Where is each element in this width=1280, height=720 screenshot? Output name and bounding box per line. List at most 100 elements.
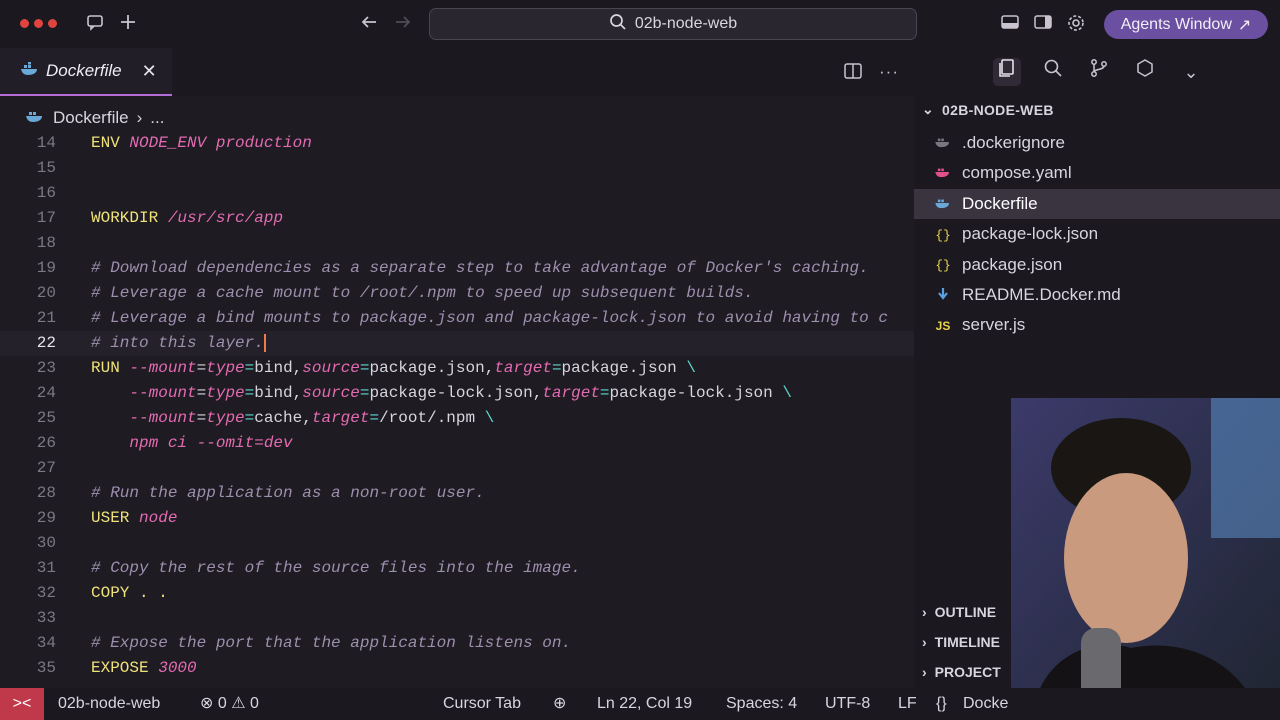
code-line[interactable]: 14 ENV NODE_ENV production <box>0 132 914 156</box>
code-line[interactable]: 23 RUN --mount=type=bind,source=package.j… <box>0 356 914 381</box>
docker-whale-icon <box>25 108 45 128</box>
line-number: 19 <box>36 259 56 277</box>
section-timeline-label: TIMELINE <box>934 634 1001 650</box>
code-line[interactable]: 30 <box>0 531 914 556</box>
code-line[interactable]: 19 # Download dependencies as a separate … <box>0 256 914 281</box>
source-control-icon[interactable] <box>1085 58 1113 86</box>
section-timeline[interactable]: › TIMELINE <box>922 634 1000 650</box>
code-line[interactable]: 32 COPY . . <box>0 581 914 606</box>
line-number: 17 <box>36 209 56 227</box>
chevron-down-icon[interactable]: ⌄ <box>1177 58 1205 86</box>
code-line[interactable]: 22 # into this layer. <box>0 331 914 356</box>
code-line[interactable]: 34 # Expose the port that the application… <box>0 631 914 656</box>
file-name: Dockerfile <box>962 193 1038 213</box>
cursor-tab-status[interactable]: Cursor Tab <box>443 688 521 720</box>
extensions-icon[interactable] <box>1131 58 1159 86</box>
section-project[interactable]: › PROJECT <box>922 664 1001 680</box>
file-item[interactable]: .dockerignore <box>914 128 1280 158</box>
code-text: RUN --mount=type=bind,source=package.jso… <box>91 359 696 377</box>
file-item[interactable]: JS server.js <box>914 310 1280 340</box>
search-bar-text: 02b-node-web <box>634 15 738 32</box>
tab-dockerfile[interactable]: Dockerfile ✕ <box>0 48 172 96</box>
remote-indicator[interactable]: >< <box>0 688 44 720</box>
code-line[interactable]: 27 <box>0 456 914 481</box>
close-tab-icon[interactable]: ✕ <box>142 61 157 82</box>
code-line[interactable]: 29 USER node <box>0 506 914 531</box>
line-number: 20 <box>36 284 56 302</box>
code-line[interactable]: 17 WORKDIR /usr/src/app <box>0 206 914 231</box>
code-line[interactable]: 33 <box>0 606 914 631</box>
back-arrow-icon[interactable] <box>358 13 380 35</box>
code-line[interactable]: 35 EXPOSE 3000 <box>0 656 914 681</box>
code-line[interactable]: 24 --mount=type=bind,source=package-lock… <box>0 381 914 406</box>
split-editor-icon[interactable] <box>843 62 863 85</box>
line-number: 34 <box>36 634 56 652</box>
search-icon[interactable] <box>1039 58 1067 86</box>
code-text: # Copy the rest of the source files into… <box>91 559 581 577</box>
end-of-line[interactable]: LF <box>898 688 917 720</box>
files-icon[interactable] <box>993 58 1021 86</box>
code-line[interactable]: 28 # Run the application as a non-root us… <box>0 481 914 506</box>
toggle-panel-icon[interactable] <box>999 13 1021 35</box>
section-outline[interactable]: › OUTLINE <box>922 604 996 620</box>
code-text: --mount=type=bind,source=package-lock.js… <box>129 384 792 402</box>
problems-indicator[interactable]: ⊗ 0 ⚠ 0 <box>200 688 259 720</box>
breadcrumb-file[interactable]: Dockerfile <box>53 108 129 128</box>
file-item[interactable]: compose.yaml <box>914 158 1280 188</box>
settings-gear-icon[interactable] <box>1065 13 1087 35</box>
forward-arrow-icon[interactable] <box>392 13 414 35</box>
code-line[interactable]: 21 # Leverage a bind mounts to package.js… <box>0 306 914 331</box>
code-text: # Leverage a bind mounts to package.json… <box>91 309 888 327</box>
breadcrumb-more[interactable]: ... <box>150 108 164 128</box>
line-number: 24 <box>36 384 56 402</box>
code-text: COPY . . <box>91 584 168 602</box>
language-mode[interactable]: Docke <box>963 688 1008 720</box>
command-search-bar[interactable]: 02b-node-web <box>429 8 917 40</box>
status-bar: >< 02b-node-web ⊗ 0 ⚠ 0 Cursor Tab ⊕ Ln … <box>0 688 1280 720</box>
code-text: EXPOSE 3000 <box>91 659 197 677</box>
braces-icon: {} <box>936 695 947 712</box>
file-item[interactable]: Dockerfile <box>914 188 1280 219</box>
agents-window-button[interactable]: Agents Window ↗ <box>1104 10 1268 39</box>
toggle-sidebar-icon[interactable] <box>1032 13 1054 35</box>
docker-whale-icon <box>20 61 40 81</box>
code-line[interactable]: 20 # Leverage a cache mount to /root/.npm… <box>0 281 914 306</box>
maximize-window-button[interactable] <box>48 19 57 28</box>
zoom-icon[interactable]: ⊕ <box>553 688 566 720</box>
file-name: package-lock.json <box>962 224 1099 244</box>
code-line[interactable]: 15 <box>0 156 914 181</box>
more-actions-icon[interactable]: ··· <box>879 62 899 85</box>
chat-icon[interactable] <box>84 13 106 35</box>
chevron-down-icon: ⌄ <box>922 101 935 117</box>
code-line[interactable]: 16 <box>0 181 914 206</box>
new-tab-icon[interactable] <box>117 13 139 35</box>
chevron-right-icon: › <box>922 664 927 680</box>
chevron-right-icon: › <box>136 108 143 127</box>
minimize-window-button[interactable] <box>34 19 43 28</box>
indentation[interactable]: Spaces: 4 <box>726 688 797 720</box>
encoding[interactable]: UTF-8 <box>825 688 870 720</box>
file-item[interactable]: README.Docker.md <box>914 280 1280 310</box>
code-line[interactable]: 31 # Copy the rest of the source files in… <box>0 556 914 581</box>
section-project-label: PROJECT <box>934 664 1001 680</box>
code-line[interactable]: 25 --mount=type=cache,target=/root/.npm … <box>0 406 914 431</box>
file-item[interactable]: {} package.json <box>914 250 1280 280</box>
line-number: 32 <box>36 584 56 602</box>
error-count: 0 <box>217 695 227 712</box>
code-text: # Expose the port that the application l… <box>91 634 572 652</box>
workspace-name[interactable]: 02b-node-web <box>58 688 160 720</box>
activity-bar: ⌄ <box>993 58 1205 86</box>
code-editor[interactable]: 14 ENV NODE_ENV production 15 16 17 WORKDIR /… <box>0 132 914 688</box>
file-item[interactable]: {} package-lock.json <box>914 219 1280 249</box>
cursor-position[interactable]: Ln 22, Col 19 <box>597 688 692 720</box>
close-window-button[interactable] <box>20 19 29 28</box>
line-number: 33 <box>36 609 56 627</box>
code-line[interactable]: 18 <box>0 231 914 256</box>
explorer-folder-header[interactable]: ⌄ 02B-NODE-WEB <box>922 101 1054 118</box>
editor-actions: ··· <box>843 62 899 85</box>
code-text: ENV NODE_ENV production <box>91 134 312 152</box>
line-number: 21 <box>36 309 56 327</box>
code-line[interactable]: 26 npm ci --omit=dev <box>0 431 914 456</box>
code-text: # Leverage a cache mount to /root/.npm t… <box>91 284 754 302</box>
line-number: 31 <box>36 559 56 577</box>
